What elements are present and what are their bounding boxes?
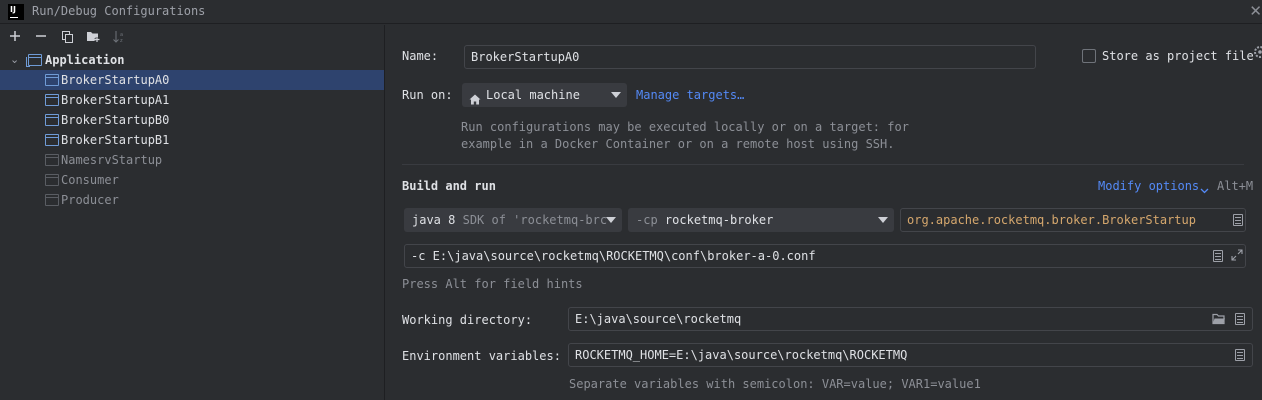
store-as-project-file-checkbox[interactable] — [1082, 49, 1096, 63]
run-config-icon — [45, 114, 59, 126]
store-as-project-file-label: Store as project file — [1102, 49, 1254, 63]
tree-group-application[interactable]: ⌄ Application — [0, 50, 384, 70]
edit-document-icon[interactable] — [1213, 250, 1223, 262]
run-config-icon — [45, 154, 59, 166]
program-arguments-field[interactable]: -c E:\java\source\rocketmq\ROCKETMQ\conf… — [404, 244, 1246, 268]
configuration-form: Name: BrokerStartupA0 Store as project f… — [386, 25, 1262, 400]
chevron-down-icon — [606, 217, 616, 223]
window-title: Run/Debug Configurations — [32, 4, 206, 18]
run-on-hint-line-1: Run configurations may be executed local… — [461, 120, 909, 134]
edit-document-icon[interactable] — [1235, 313, 1245, 325]
tree-item-namesrvstartup[interactable]: NamesrvStartup — [0, 150, 384, 170]
title-bar: IJ Run/Debug Configurations ✕ — [0, 0, 1262, 24]
classpath-dropdown[interactable]: -cp rocketmq-broker — [628, 208, 894, 232]
run-on-dropdown[interactable]: Local machine — [462, 83, 627, 107]
tree-item-producer[interactable]: Producer — [0, 190, 384, 210]
tree-item-brokerstartupb0[interactable]: BrokerStartupB0 — [0, 110, 384, 130]
classpath-value: rocketmq-broker — [664, 213, 774, 227]
tree-item-label: Producer — [61, 193, 119, 207]
folder-icon[interactable] — [1212, 313, 1226, 328]
svg-text:z: z — [120, 38, 123, 44]
manage-targets-link[interactable]: Manage targets… — [636, 88, 744, 102]
section-divider — [402, 164, 1244, 165]
environment-variables-label: Environment variables: — [402, 349, 561, 363]
copy-icon[interactable] — [58, 28, 76, 46]
tree-item-label: BrokerStartupA0 — [61, 73, 170, 87]
plus-icon[interactable] — [6, 28, 24, 46]
run-on-label: Run on: — [402, 88, 453, 102]
chevron-down-icon — [878, 217, 888, 223]
tree-item-label: BrokerStartupA1 — [61, 93, 170, 107]
configurations-panel: az ⌄ Application BrokerStartupA0 BrokerS… — [0, 25, 385, 400]
name-label: Name: — [402, 49, 439, 63]
classpath-prefix: -cp — [636, 213, 658, 227]
environment-variables-field[interactable]: ROCKETMQ_HOME=E:\java\source\rocketmq\RO… — [568, 343, 1253, 367]
close-icon[interactable]: ✕ — [1249, 2, 1262, 20]
environment-variables-hint: Separate variables with semicolon: VAR=v… — [569, 377, 981, 391]
jdk-dropdown[interactable]: java 8 SDK of 'rocketmq-brc — [404, 208, 622, 232]
run-on-value: Local machine — [486, 88, 580, 102]
application-icon — [26, 54, 42, 67]
run-on-hint-line-2: example in a Docker Container or on a re… — [461, 137, 895, 151]
tree-item-brokerstartupb1[interactable]: BrokerStartupB1 — [0, 130, 384, 150]
jdk-version: java 8 — [412, 213, 456, 227]
build-and-run-title: Build and run — [402, 179, 496, 193]
working-directory-label: Working directory: — [402, 313, 533, 327]
tree-toolbar: az — [0, 25, 385, 49]
tree-item-label: Consumer — [61, 173, 119, 187]
chevron-down-icon[interactable]: ⌄ — [10, 53, 19, 66]
tree-item-brokerstartupa1[interactable]: BrokerStartupA1 — [0, 90, 384, 110]
tree-item-brokerstartupa0[interactable]: BrokerStartupA0 — [0, 70, 384, 90]
run-config-icon — [45, 94, 59, 106]
run-config-icon — [45, 134, 59, 146]
edit-document-icon[interactable] — [1235, 349, 1245, 361]
home-icon — [469, 89, 481, 107]
chevron-down-icon[interactable] — [1200, 183, 1209, 197]
browse-icon[interactable] — [1233, 214, 1243, 226]
tree-group-label: Application — [45, 53, 125, 67]
chevron-down-icon — [611, 92, 621, 98]
tree-item-label: NamesrvStartup — [61, 153, 163, 167]
app-logo-icon: IJ — [8, 4, 24, 20]
field-hint-text: Press Alt for field hints — [402, 277, 583, 291]
modify-options-link[interactable]: Modify options — [1098, 179, 1199, 193]
jdk-module: SDK of 'rocketmq-brc — [462, 213, 608, 227]
run-config-icon — [45, 74, 59, 86]
tree-item-label: BrokerStartupB1 — [61, 133, 170, 147]
working-directory-field[interactable]: E:\java\source\rocketmq — [568, 307, 1253, 331]
tree-item-label: BrokerStartupB0 — [61, 113, 170, 127]
sort-icon[interactable]: az — [110, 28, 128, 46]
name-field[interactable]: BrokerStartupA0 — [464, 45, 1036, 69]
run-config-icon — [45, 194, 59, 206]
gear-icon[interactable] — [1252, 45, 1262, 62]
minus-icon[interactable] — [32, 28, 50, 46]
new-folder-icon[interactable] — [84, 28, 102, 46]
expand-icon[interactable] — [1231, 249, 1243, 264]
modify-options-shortcut: Alt+M — [1217, 179, 1254, 193]
main-class-field[interactable]: org.apache.rocketmq.broker.BrokerStartup — [900, 208, 1246, 232]
tree-item-consumer[interactable]: Consumer — [0, 170, 384, 190]
run-config-icon — [45, 174, 59, 186]
